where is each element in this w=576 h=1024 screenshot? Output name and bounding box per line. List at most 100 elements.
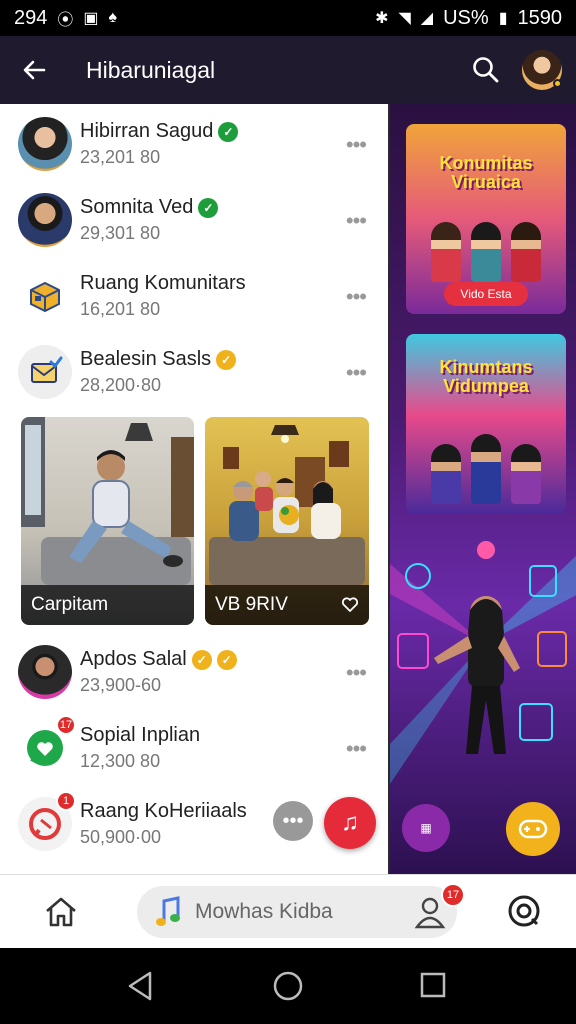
person-sitting-image	[21, 417, 194, 585]
promo-banner[interactable]: Konumitas Viruaica Vido Esta	[406, 124, 566, 314]
search-button[interactable]	[466, 50, 506, 90]
notification-badge: 17	[56, 715, 76, 735]
more-options-button[interactable]: •••	[346, 660, 367, 686]
item-subtitle: 23,201 80	[80, 147, 161, 167]
battery-icon: ▮	[498, 10, 508, 27]
mail-check-icon	[31, 356, 63, 383]
more-options-button[interactable]: •••	[346, 360, 367, 386]
promo-banner[interactable]: Kinumtans Vidumpea	[406, 334, 566, 514]
verified-icon: ✓	[216, 649, 237, 670]
community-box-icon	[30, 281, 60, 313]
chat-bubble-icon	[29, 808, 61, 840]
home-button[interactable]	[42, 893, 80, 931]
page-title: Hibaruniagal	[86, 56, 216, 83]
system-back-icon[interactable]	[126, 970, 156, 1002]
verified-icon: ✓	[191, 649, 212, 670]
mini-player-label: Mowhas Kidba	[195, 900, 333, 923]
item-subtitle: 29,301 80	[80, 223, 161, 243]
wifi-icon: ◥	[398, 10, 411, 27]
gallery-fab-button[interactable]: ▦	[402, 804, 450, 852]
music-note-icon: ♫	[341, 809, 359, 836]
list-item[interactable]: Somnita Ved ✓ 29,301 80 •••	[0, 182, 388, 258]
sim-icon: ▣	[83, 10, 99, 27]
avatar	[18, 645, 72, 699]
search-icon	[473, 57, 499, 83]
avatar	[18, 193, 72, 247]
photo-card[interactable]: Carpitam	[21, 417, 194, 625]
item-title: Ruang Komunitars	[80, 272, 246, 294]
more-fab-button[interactable]: •••	[273, 801, 313, 841]
status-time: 294	[14, 6, 48, 29]
promo-title: Konumitas Viruaica	[439, 153, 533, 192]
item-title: Bealesin Sasls	[80, 348, 212, 370]
record-icon: ⦿	[57, 12, 74, 29]
status-signal-text: US%	[443, 6, 489, 29]
list-item[interactable]: Ruang Komunitars 16,201 80 •••	[0, 258, 388, 334]
avatar	[18, 345, 72, 399]
system-recents-icon[interactable]	[420, 970, 446, 1000]
promo-people-image	[426, 212, 546, 282]
verified-icon: ✓	[218, 121, 239, 142]
more-options-button[interactable]: •••	[346, 736, 367, 762]
item-subtitle: 23,900-60	[80, 675, 162, 695]
heart-icon[interactable]	[341, 596, 359, 614]
item-subtitle: 28,200·80	[80, 375, 162, 395]
item-title: Apdos Salal	[80, 648, 187, 670]
notification-badge: 1	[56, 791, 76, 811]
promo-panel: Konumitas Viruaica Vido Esta Kinumtans V…	[388, 104, 576, 874]
more-options-button[interactable]: •••	[346, 132, 367, 158]
verified-icon: ✓	[216, 349, 237, 370]
item-subtitle: 16,201 80	[80, 299, 161, 319]
app-bar: Hibaruniagal	[0, 36, 576, 104]
status-right: ✱ ◥ ◢ US% ▮ 1590	[375, 7, 562, 30]
bottom-nav: Mowhas Kidba 17	[0, 874, 576, 948]
avatar	[18, 269, 72, 323]
signal-icon: ◢	[420, 10, 434, 27]
status-left: 294 ⦿ ▣ ♠	[14, 6, 117, 30]
family-gathering-image	[209, 425, 365, 585]
list-item[interactable]: Hibirran Sagud ✓ 23,201 80 •••	[0, 106, 388, 182]
card-caption: Carpitam	[31, 594, 109, 615]
bluetooth-icon: ✱	[375, 10, 389, 27]
status-battery: 1590	[517, 6, 563, 29]
card-caption: VB 9RIV	[215, 594, 288, 615]
notification-badge: 17	[441, 883, 465, 907]
music-note-icon	[156, 896, 180, 926]
discover-button[interactable]	[506, 893, 542, 929]
online-indicator	[553, 79, 562, 88]
card-caption-bar: Carpitam	[21, 585, 194, 625]
avatar: 17	[18, 715, 76, 775]
mini-player[interactable]: Mowhas Kidba	[137, 886, 457, 938]
list-item[interactable]: Apdos Salal ✓ ✓ 23,900-60 •••	[0, 634, 388, 710]
item-title: Raang KoHeriiaals	[80, 800, 247, 822]
promo-title: Kinumtans Vidumpea	[439, 357, 533, 396]
back-button[interactable]	[14, 50, 54, 90]
promo-button[interactable]: Vido Esta	[444, 282, 528, 306]
system-home-icon[interactable]	[272, 970, 304, 1002]
system-nav-bar	[0, 948, 576, 1024]
spade-icon: ♠	[108, 9, 118, 26]
home-icon	[46, 897, 76, 927]
music-fab-button[interactable]: ♫	[324, 797, 376, 849]
item-title: Sopial Inplian	[80, 724, 201, 746]
item-subtitle: 12,300 80	[80, 751, 161, 771]
item-title: Somnita Ved	[80, 196, 194, 218]
discover-icon	[508, 895, 540, 927]
list-item[interactable]: Bealesin Sasls ✓ 28,200·80 •••	[0, 334, 388, 410]
more-options-button[interactable]: •••	[346, 208, 367, 234]
back-arrow-icon	[23, 60, 46, 80]
card-caption-bar: VB 9RIV	[205, 585, 369, 625]
photo-card[interactable]: VB 9RIV	[205, 417, 369, 625]
status-bar: 294 ⦿ ▣ ♠ ✱ ◥ ◢ US% ▮ 1590	[0, 0, 576, 36]
user-avatar[interactable]	[522, 50, 562, 90]
gamepad-fab-button[interactable]	[506, 802, 560, 856]
list-item[interactable]: 17 Sopial Inplian 12,300 80 •••	[0, 710, 388, 786]
avatar: 1	[18, 791, 76, 851]
item-title: Hibirran Sagud	[80, 120, 214, 142]
more-options-button[interactable]: •••	[346, 284, 367, 310]
gallery-icon: ▦	[420, 821, 432, 835]
promo-band-image	[426, 434, 546, 504]
community-list: Hibirran Sagud ✓ 23,201 80 ••• Somnita Ve…	[0, 104, 388, 874]
gamepad-icon	[518, 819, 548, 839]
avatar	[18, 117, 72, 171]
